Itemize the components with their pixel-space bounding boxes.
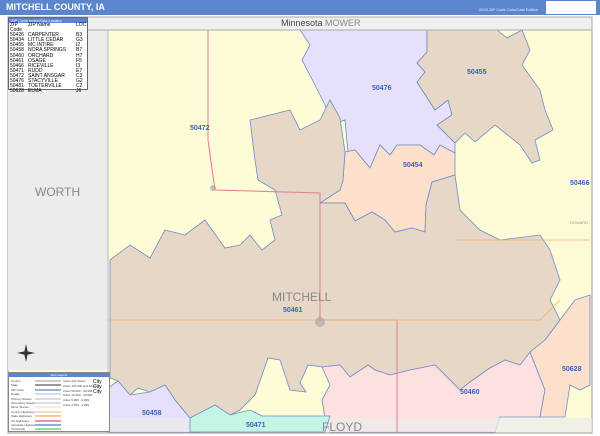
legend-city-item: Cities 5,000 - 9,999	[63, 398, 90, 403]
howard-label: HOWARD	[570, 220, 589, 225]
legend-swatch	[35, 393, 61, 396]
legend-city-item: Cities 10,000 - 49,999	[63, 393, 93, 398]
legend-item: ZIP Code	[11, 387, 24, 392]
legend-title: Map Legend	[9, 373, 109, 377]
edition-label: 2020 ZIP Code ColorCast Edition	[478, 7, 538, 12]
legend-item: Roads	[11, 392, 20, 397]
legend-item: Secondary Streets	[11, 401, 36, 405]
legend-item: State	[11, 383, 19, 388]
zip-label: 50460	[460, 389, 480, 396]
legend-swatch	[35, 397, 61, 400]
zip-label: 50628	[562, 366, 582, 373]
worth-county-label: WORTH	[35, 185, 81, 199]
legend-swatch	[35, 406, 61, 409]
title-bar: MITCHELL COUNTY, IA 2020 ZIP Code ColorC…	[0, 0, 600, 15]
zip-table-cell: ELMA	[28, 88, 42, 95]
legend-swatch	[35, 384, 61, 387]
mower-county-label: MOWER	[325, 18, 361, 28]
zip-label: 50454	[403, 162, 423, 169]
legend-item: Toll Roads	[11, 427, 26, 432]
legend-city-item: Cities 2,500 - 4,999	[63, 403, 90, 407]
legend-swatch	[35, 388, 61, 391]
legend-item: State Highways	[11, 414, 32, 419]
legend-item: County	[11, 379, 21, 383]
state-label: Minnesota	[281, 18, 323, 28]
legend-item: Interstate Highways	[11, 423, 38, 427]
legend-swatch	[35, 415, 61, 418]
city-glyph: City	[93, 388, 102, 395]
zip-table-cell: 50628	[10, 88, 24, 95]
legend-city-item: Cities and Towns	[63, 379, 86, 383]
map-title: MITCHELL COUNTY, IA	[6, 2, 105, 12]
floyd-county-label: FLOYD	[322, 420, 363, 434]
brand-logo	[546, 1, 596, 14]
zip-label: 50476	[372, 85, 392, 92]
legend-swatch	[35, 380, 61, 382]
map-legend: Map Legend County State ZIP Code Roads Prima…	[8, 372, 110, 432]
zip-label: 50458	[142, 410, 162, 417]
legend-city-item: Cities 50,000 - 99,999	[63, 388, 93, 393]
legend-item: Minor Streets	[11, 405, 29, 410]
legend-swatch	[35, 410, 61, 413]
legend-swatch	[35, 424, 61, 426]
zip-table-row: 50628 ELMA J6	[9, 89, 87, 94]
zip-label: 50471	[246, 422, 266, 429]
zip-index-table: ZIP Code Index/Grid Locator ZIP Code ZIP …	[8, 17, 88, 94]
legend-item: US Highways	[11, 418, 30, 423]
legend-swatch	[35, 402, 61, 404]
zip-label: 50472	[190, 125, 210, 132]
legend-item: Primary Streets	[11, 396, 32, 401]
zip-label: 50455	[467, 69, 487, 76]
legend-item: County Highways	[11, 409, 35, 414]
zip-table-cell: J6	[76, 88, 82, 95]
zip-map[interactable]	[0, 0, 600, 436]
zip-label: 50466	[570, 180, 590, 187]
legend-swatch	[35, 428, 61, 431]
mitchell-county-label: MITCHELL	[272, 290, 332, 304]
legend-swatch	[35, 419, 61, 422]
zip-label: 50461	[283, 307, 303, 314]
